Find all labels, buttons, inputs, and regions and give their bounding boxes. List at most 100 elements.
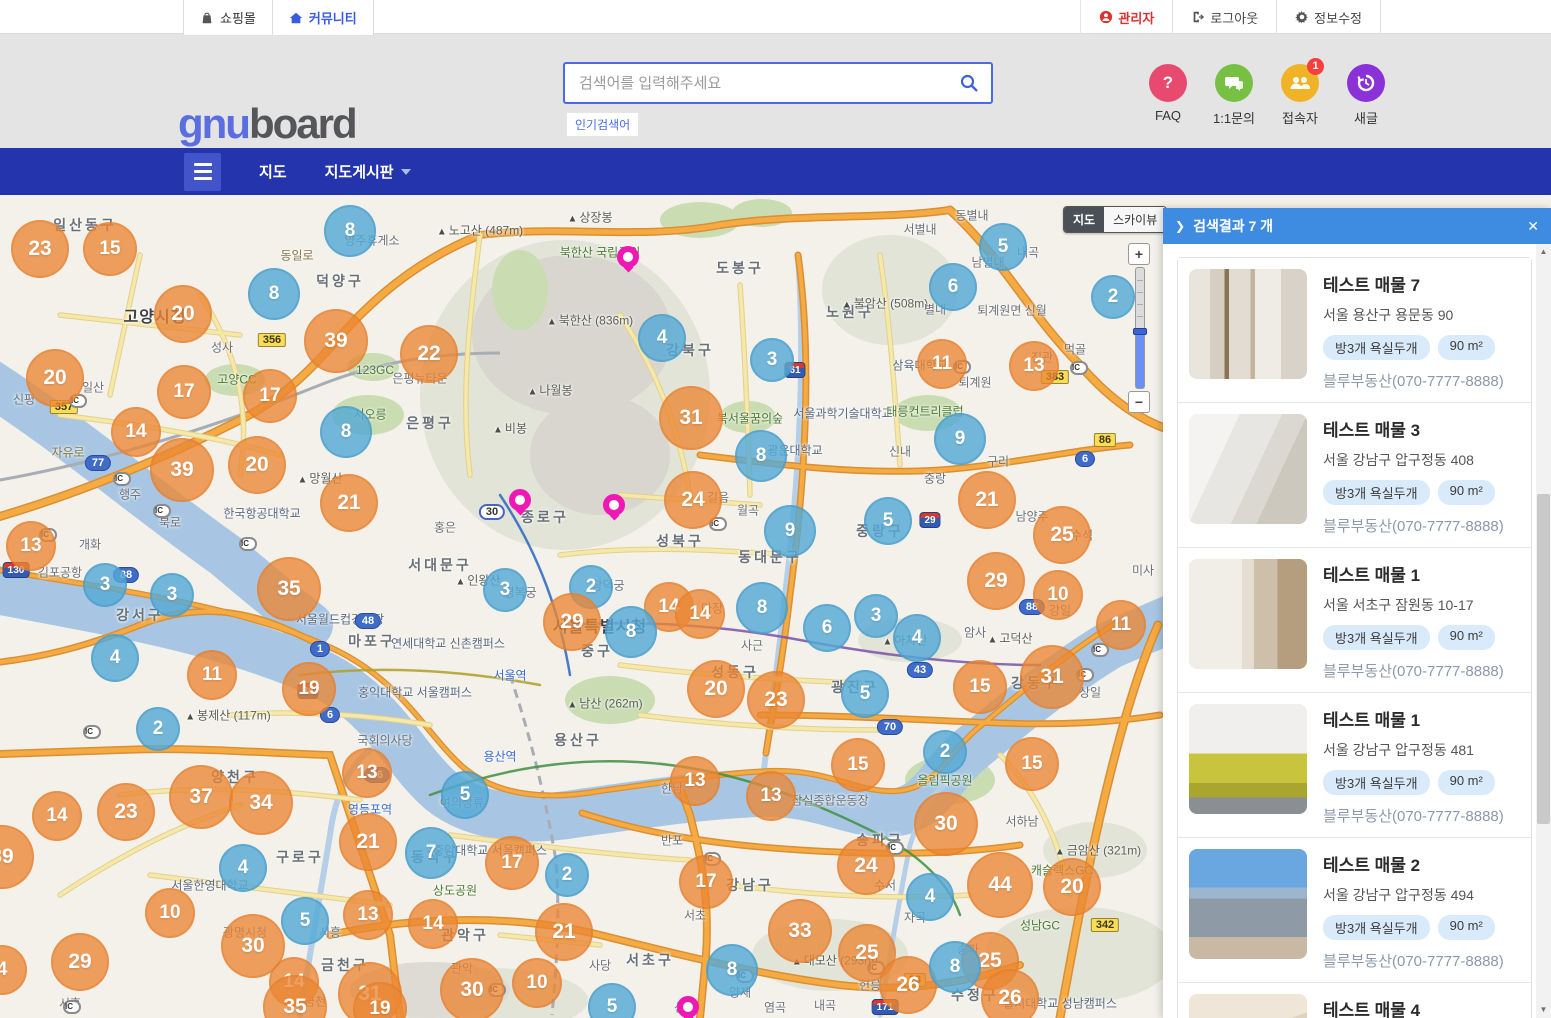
cluster-marker[interactable]: 11 <box>1096 600 1146 650</box>
cluster-marker[interactable]: 4 <box>91 634 139 682</box>
cluster-marker[interactable]: 30 <box>440 958 504 1018</box>
cluster-marker[interactable]: 8 <box>605 606 657 658</box>
zoom-out-button[interactable]: − <box>1128 391 1150 413</box>
cluster-marker[interactable]: 4 <box>893 614 941 662</box>
cluster-marker[interactable]: 24 <box>837 837 895 895</box>
nav-map-board[interactable]: 지도게시판 <box>325 161 411 182</box>
map-view-button[interactable]: 지도 <box>1064 207 1104 232</box>
edit-info-link[interactable]: 정보수정 <box>1276 0 1381 34</box>
property-pin[interactable] <box>617 246 639 268</box>
cluster-marker[interactable]: 29 <box>51 933 109 991</box>
cluster-marker[interactable]: 24 <box>664 471 722 529</box>
cluster-marker[interactable]: 5 <box>841 670 889 718</box>
cluster-marker[interactable]: 8 <box>736 582 788 634</box>
cluster-marker[interactable]: 13 <box>342 748 392 798</box>
cluster-marker[interactable]: 21 <box>535 903 593 961</box>
cluster-marker[interactable]: 13 <box>746 771 796 821</box>
cluster-marker[interactable]: 4 <box>638 314 686 362</box>
listing-card[interactable]: 테스트 매물 1서울 서초구 잠원동 10-17방3개 욕실두개90 m²블루부… <box>1178 547 1531 692</box>
cluster-marker[interactable]: 8 <box>324 205 376 257</box>
cluster-marker[interactable]: 5 <box>281 897 329 945</box>
shortcut-새글[interactable]: 새글 <box>1344 64 1388 127</box>
cluster-marker[interactable]: 4 <box>906 873 954 921</box>
cluster-marker[interactable]: 23 <box>11 220 69 278</box>
cluster-marker[interactable]: 14 <box>675 589 725 639</box>
tab-community[interactable]: 커뮤니티 <box>272 0 374 35</box>
cluster-marker[interactable]: 3 <box>83 563 127 607</box>
listing-card[interactable]: 테스트 매물 7서울 용산구 용문동 90방3개 욕실두개90 m²블루부동산(… <box>1178 258 1531 402</box>
cluster-marker[interactable]: 15 <box>831 738 885 792</box>
cluster-marker[interactable]: 9 <box>934 413 986 465</box>
cluster-marker[interactable]: 13 <box>1009 341 1059 391</box>
cluster-marker[interactable]: 8 <box>248 268 300 320</box>
cluster-marker[interactable]: 30 <box>914 792 978 856</box>
cluster-marker[interactable]: 10 <box>512 958 562 1008</box>
skyview-button[interactable]: 스카이뷰 <box>1104 207 1166 232</box>
cluster-marker[interactable]: 35 <box>257 557 321 621</box>
cluster-marker[interactable]: 6 <box>803 604 851 652</box>
cluster-marker[interactable]: 17 <box>157 365 211 419</box>
property-pin[interactable] <box>603 494 625 516</box>
cluster-marker[interactable]: 17 <box>679 855 733 909</box>
cluster-marker[interactable]: 31 <box>659 386 723 450</box>
cluster-marker[interactable]: 10 <box>145 888 195 938</box>
cluster-marker[interactable]: 20 <box>1043 858 1101 916</box>
cluster-marker[interactable]: 20 <box>687 660 745 718</box>
scroll-up-arrow[interactable]: ▲ <box>1536 244 1551 260</box>
cluster-marker[interactable]: 39 <box>304 309 368 373</box>
panel-scrollbar[interactable]: ▲ ▼ <box>1536 244 1551 1018</box>
tab-shop[interactable]: 쇼핑몰 <box>183 0 272 35</box>
cluster-marker[interactable]: 5 <box>979 223 1027 271</box>
cluster-marker[interactable]: 25 <box>1033 506 1091 564</box>
shortcut-접속자[interactable]: 1접속자 <box>1278 64 1322 127</box>
zoom-slider[interactable] <box>1135 267 1145 389</box>
zoom-in-button[interactable]: + <box>1128 243 1150 265</box>
cluster-marker[interactable]: 11 <box>917 339 967 389</box>
listing-card[interactable]: 테스트 매물 3서울 강남구 압구정동 408방3개 욕실두개90 m²블루부동… <box>1178 402 1531 547</box>
cluster-marker[interactable]: 19 <box>282 662 336 716</box>
cluster-marker[interactable]: 29 <box>543 593 601 651</box>
cluster-marker[interactable]: 2 <box>923 730 967 774</box>
cluster-marker[interactable]: 3 <box>150 573 194 617</box>
cluster-marker[interactable]: 3 <box>483 568 527 612</box>
cluster-marker[interactable]: 8 <box>320 406 372 458</box>
close-icon[interactable]: ✕ <box>1527 218 1539 235</box>
cluster-marker[interactable]: 37 <box>169 765 233 829</box>
cluster-marker[interactable]: 14 <box>408 899 458 949</box>
cluster-marker[interactable]: 21 <box>339 813 397 871</box>
cluster-marker[interactable]: 34 <box>229 771 293 835</box>
property-pin[interactable] <box>509 489 531 511</box>
cluster-marker[interactable]: 20 <box>26 349 84 407</box>
search-button[interactable] <box>947 64 991 102</box>
scroll-down-arrow[interactable]: ▼ <box>1536 1002 1551 1018</box>
scrollbar-thumb[interactable] <box>1537 494 1550 824</box>
listing-card[interactable]: 테스트 매물 4서울 강남구 삼성동 22-3방3개 욕실두개90 m²블루부동… <box>1178 982 1531 1018</box>
cluster-marker[interactable]: 29 <box>967 552 1025 610</box>
cluster-marker[interactable]: 3 <box>854 594 898 638</box>
popular-keywords-button[interactable]: 인기검색어 <box>566 112 639 137</box>
cluster-marker[interactable]: 11 <box>187 650 237 700</box>
zoom-slider-handle[interactable] <box>1133 328 1147 335</box>
cluster-marker[interactable]: 10 <box>1033 570 1083 620</box>
nav-map[interactable]: 지도 <box>259 161 287 182</box>
listing-card[interactable]: 테스트 매물 2서울 강남구 압구정동 494방3개 욕실두개90 m²블루부동… <box>1178 837 1531 982</box>
cluster-marker[interactable]: 17 <box>485 836 539 890</box>
cluster-marker[interactable]: 4 <box>219 844 267 892</box>
cluster-marker[interactable]: 20 <box>228 436 286 494</box>
cluster-marker[interactable]: 33 <box>768 899 832 963</box>
cluster-marker[interactable]: 15 <box>953 660 1007 714</box>
cluster-marker[interactable]: 31 <box>1020 645 1084 709</box>
cluster-marker[interactable]: 5 <box>864 497 912 545</box>
cluster-marker[interactable]: 15 <box>83 222 137 276</box>
cluster-marker[interactable]: 21 <box>958 471 1016 529</box>
cluster-marker[interactable]: 13 <box>6 521 56 571</box>
cluster-marker[interactable]: 15 <box>1005 737 1059 791</box>
cluster-marker[interactable]: 9 <box>764 505 816 557</box>
site-logo[interactable]: gnuboard <box>178 100 356 148</box>
shortcut-1:1문의[interactable]: 1:1문의 <box>1212 64 1256 127</box>
cluster-marker[interactable]: 44 <box>967 852 1033 918</box>
cluster-marker[interactable]: 13 <box>670 756 720 806</box>
cluster-marker[interactable]: 26 <box>981 969 1039 1018</box>
cluster-marker[interactable]: 20 <box>154 285 212 343</box>
cluster-marker[interactable]: 13 <box>343 890 393 940</box>
